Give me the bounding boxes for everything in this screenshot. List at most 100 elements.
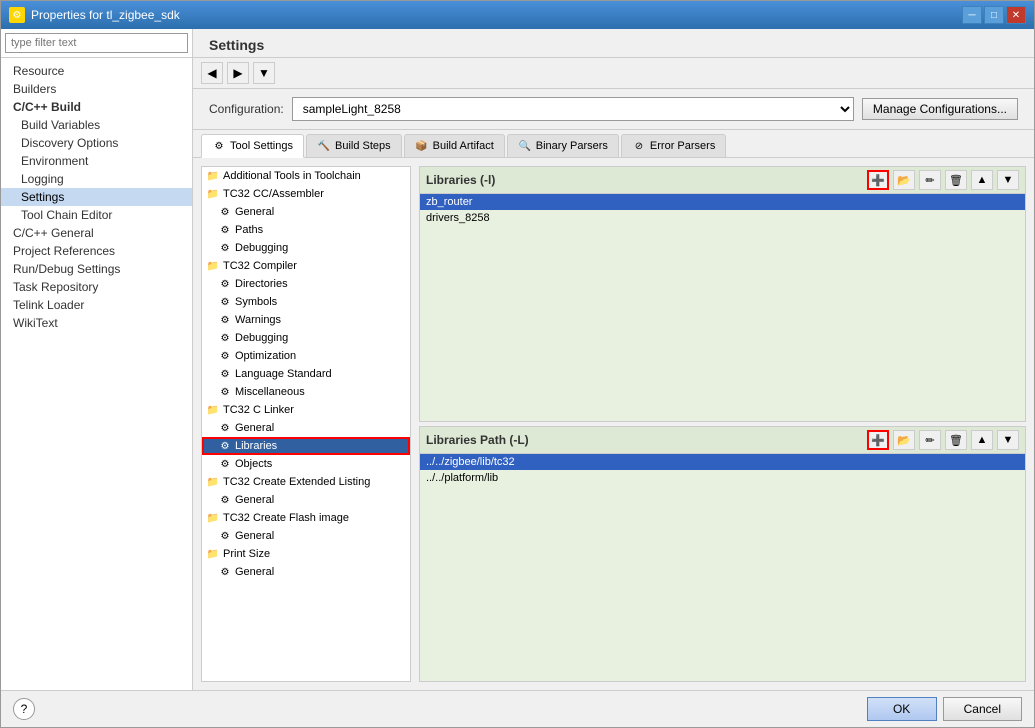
library-item-zb-router[interactable]: zb_router bbox=[420, 194, 1025, 210]
tree-link-objects[interactable]: ⚙ Objects bbox=[202, 455, 410, 473]
gear-icon: ⚙ bbox=[218, 493, 232, 507]
config-row: Configuration: sampleLight_8258 Manage C… bbox=[193, 89, 1034, 130]
binary-parsers-icon: 🔍 bbox=[518, 139, 532, 153]
lib-path-item-zigbee[interactable]: ../../zigbee/lib/tc32 bbox=[420, 454, 1025, 470]
lib-path-item-platform[interactable]: ../../platform/lib bbox=[420, 470, 1025, 486]
gear-icon: ⚙ bbox=[218, 277, 232, 291]
back-button[interactable]: ◀ bbox=[201, 62, 223, 84]
tab-tool-settings[interactable]: ⚙ Tool Settings bbox=[201, 134, 304, 158]
nav-environment[interactable]: Environment bbox=[1, 152, 192, 170]
nav-tool-chain-editor[interactable]: Tool Chain Editor bbox=[1, 206, 192, 224]
lib-path-move-up-button[interactable]: ▲ bbox=[971, 430, 993, 450]
main-content: Resource Builders C/C++ Build Build Vari… bbox=[1, 29, 1034, 690]
folder-icon: 📁 bbox=[206, 547, 220, 561]
tree-tc32-cc-asm[interactable]: 📁 TC32 CC/Assembler bbox=[202, 185, 410, 203]
gear-icon: ⚙ bbox=[218, 565, 232, 579]
nav-telink-loader[interactable]: Telink Loader bbox=[1, 296, 192, 314]
library-item-drivers-8258[interactable]: drivers_8258 bbox=[420, 210, 1025, 226]
libraries-move-down-button[interactable]: ▼ bbox=[997, 170, 1019, 190]
tree-tc32-create-ext[interactable]: 📁 TC32 Create Extended Listing bbox=[202, 473, 410, 491]
ok-button[interactable]: OK bbox=[867, 697, 937, 721]
tree-link-libraries[interactable]: ⚙ Libraries bbox=[202, 437, 410, 455]
tree-ext-general[interactable]: ⚙ General bbox=[202, 491, 410, 509]
libraries-add-button[interactable]: ➕ bbox=[867, 170, 889, 190]
tree-tc32-paths[interactable]: ⚙ Paths bbox=[202, 221, 410, 239]
tree-comp-symbols[interactable]: ⚙ Symbols bbox=[202, 293, 410, 311]
nav-settings[interactable]: Settings bbox=[1, 188, 192, 206]
tree-tc32-compiler[interactable]: 📁 TC32 Compiler bbox=[202, 257, 410, 275]
help-button[interactable]: ? bbox=[13, 698, 35, 720]
libraries-panel: Libraries (-l) ➕ 📂 ✏ 🗑 ▲ ▼ zb_router dri… bbox=[419, 166, 1026, 422]
gear-icon: ⚙ bbox=[218, 313, 232, 327]
forward-button[interactable]: ▶ bbox=[227, 62, 249, 84]
libraries-edit-button[interactable]: ✏ bbox=[919, 170, 941, 190]
folder-icon: 📁 bbox=[206, 259, 220, 273]
nav-project-references[interactable]: Project References bbox=[1, 242, 192, 260]
tab-error-parsers[interactable]: ⊘ Error Parsers bbox=[621, 134, 726, 157]
tree-print-size[interactable]: 📁 Print Size bbox=[202, 545, 410, 563]
folder-icon: 📁 bbox=[206, 475, 220, 489]
dropdown-button[interactable]: ▼ bbox=[253, 62, 275, 84]
libraries-move-up-button[interactable]: ▲ bbox=[971, 170, 993, 190]
tree-comp-directories[interactable]: ⚙ Directories bbox=[202, 275, 410, 293]
filter-box bbox=[1, 29, 192, 58]
tab-bar: ⚙ Tool Settings 🔨 Build Steps 📦 Build Ar… bbox=[193, 130, 1034, 158]
lib-path-move-down-button[interactable]: ▼ bbox=[997, 430, 1019, 450]
nav-bar: ◀ ▶ ▼ bbox=[193, 58, 1034, 89]
bottom-bar: ? OK Cancel bbox=[1, 690, 1034, 727]
tree-additional-tools[interactable]: 📁 Additional Tools in Toolchain bbox=[202, 167, 410, 185]
tab-build-steps[interactable]: 🔨 Build Steps bbox=[306, 134, 402, 157]
tree-comp-lang-std[interactable]: ⚙ Language Standard bbox=[202, 365, 410, 383]
build-artifact-icon: 📦 bbox=[415, 139, 429, 153]
libraries-panel-header: Libraries (-l) ➕ 📂 ✏ 🗑 ▲ ▼ bbox=[420, 167, 1025, 194]
nav-cpp-build[interactable]: C/C++ Build bbox=[1, 98, 192, 116]
tab-binary-parsers[interactable]: 🔍 Binary Parsers bbox=[507, 134, 619, 157]
nav-builders[interactable]: Builders bbox=[1, 80, 192, 98]
nav-task-repository[interactable]: Task Repository bbox=[1, 278, 192, 296]
tree-comp-optimization[interactable]: ⚙ Optimization bbox=[202, 347, 410, 365]
tree-tc32-c-linker[interactable]: 📁 TC32 C Linker bbox=[202, 401, 410, 419]
folder-icon: 📁 bbox=[206, 403, 220, 417]
folder-icon: 📁 bbox=[206, 511, 220, 525]
gear-icon: ⚙ bbox=[218, 349, 232, 363]
libraries-add-workspace-button[interactable]: 📂 bbox=[893, 170, 915, 190]
tree-tc32-debugging[interactable]: ⚙ Debugging bbox=[202, 239, 410, 257]
tree-print-general[interactable]: ⚙ General bbox=[202, 563, 410, 581]
tree-flash-general[interactable]: ⚙ General bbox=[202, 527, 410, 545]
right-panels: Libraries (-l) ➕ 📂 ✏ 🗑 ▲ ▼ zb_router dri… bbox=[419, 166, 1026, 682]
close-button[interactable]: ✕ bbox=[1006, 6, 1026, 24]
gear-icon: ⚙ bbox=[218, 331, 232, 345]
tree-tc32-flash[interactable]: 📁 TC32 Create Flash image bbox=[202, 509, 410, 527]
maximize-button[interactable]: □ bbox=[984, 6, 1004, 24]
tree-link-general[interactable]: ⚙ General bbox=[202, 419, 410, 437]
window-title: Properties for tl_zigbee_sdk bbox=[31, 8, 180, 22]
nav-logging[interactable]: Logging bbox=[1, 170, 192, 188]
nav-wikitext[interactable]: WikiText bbox=[1, 314, 192, 332]
tab-build-artifact[interactable]: 📦 Build Artifact bbox=[404, 134, 505, 157]
tree-tc32-general[interactable]: ⚙ General bbox=[202, 203, 410, 221]
tree-comp-debugging[interactable]: ⚙ Debugging bbox=[202, 329, 410, 347]
manage-configurations-button[interactable]: Manage Configurations... bbox=[862, 98, 1018, 120]
nav-run-debug[interactable]: Run/Debug Settings bbox=[1, 260, 192, 278]
gear-icon: ⚙ bbox=[218, 439, 232, 453]
nav-cpp-general[interactable]: C/C++ General bbox=[1, 224, 192, 242]
lib-path-add-workspace-button[interactable]: 📂 bbox=[893, 430, 915, 450]
gear-icon: ⚙ bbox=[218, 295, 232, 309]
filter-input[interactable] bbox=[5, 33, 188, 53]
lib-path-add-button[interactable]: ➕ bbox=[867, 430, 889, 450]
title-bar: ⚙ Properties for tl_zigbee_sdk ─ □ ✕ bbox=[1, 1, 1034, 29]
nav-resource[interactable]: Resource bbox=[1, 62, 192, 80]
nav-discovery-options[interactable]: Discovery Options bbox=[1, 134, 192, 152]
libraries-list: zb_router drivers_8258 bbox=[420, 194, 1025, 421]
libraries-delete-button[interactable]: 🗑 bbox=[945, 170, 967, 190]
build-steps-icon: 🔨 bbox=[317, 139, 331, 153]
nav-build-variables[interactable]: Build Variables bbox=[1, 116, 192, 134]
lib-path-delete-button[interactable]: 🗑 bbox=[945, 430, 967, 450]
lib-path-edit-button[interactable]: ✏ bbox=[919, 430, 941, 450]
tree-comp-misc[interactable]: ⚙ Miscellaneous bbox=[202, 383, 410, 401]
tool-tree: 📁 Additional Tools in Toolchain 📁 TC32 C… bbox=[201, 166, 411, 682]
minimize-button[interactable]: ─ bbox=[962, 6, 982, 24]
tree-comp-warnings[interactable]: ⚙ Warnings bbox=[202, 311, 410, 329]
config-select[interactable]: sampleLight_8258 bbox=[292, 97, 854, 121]
cancel-button[interactable]: Cancel bbox=[943, 697, 1022, 721]
